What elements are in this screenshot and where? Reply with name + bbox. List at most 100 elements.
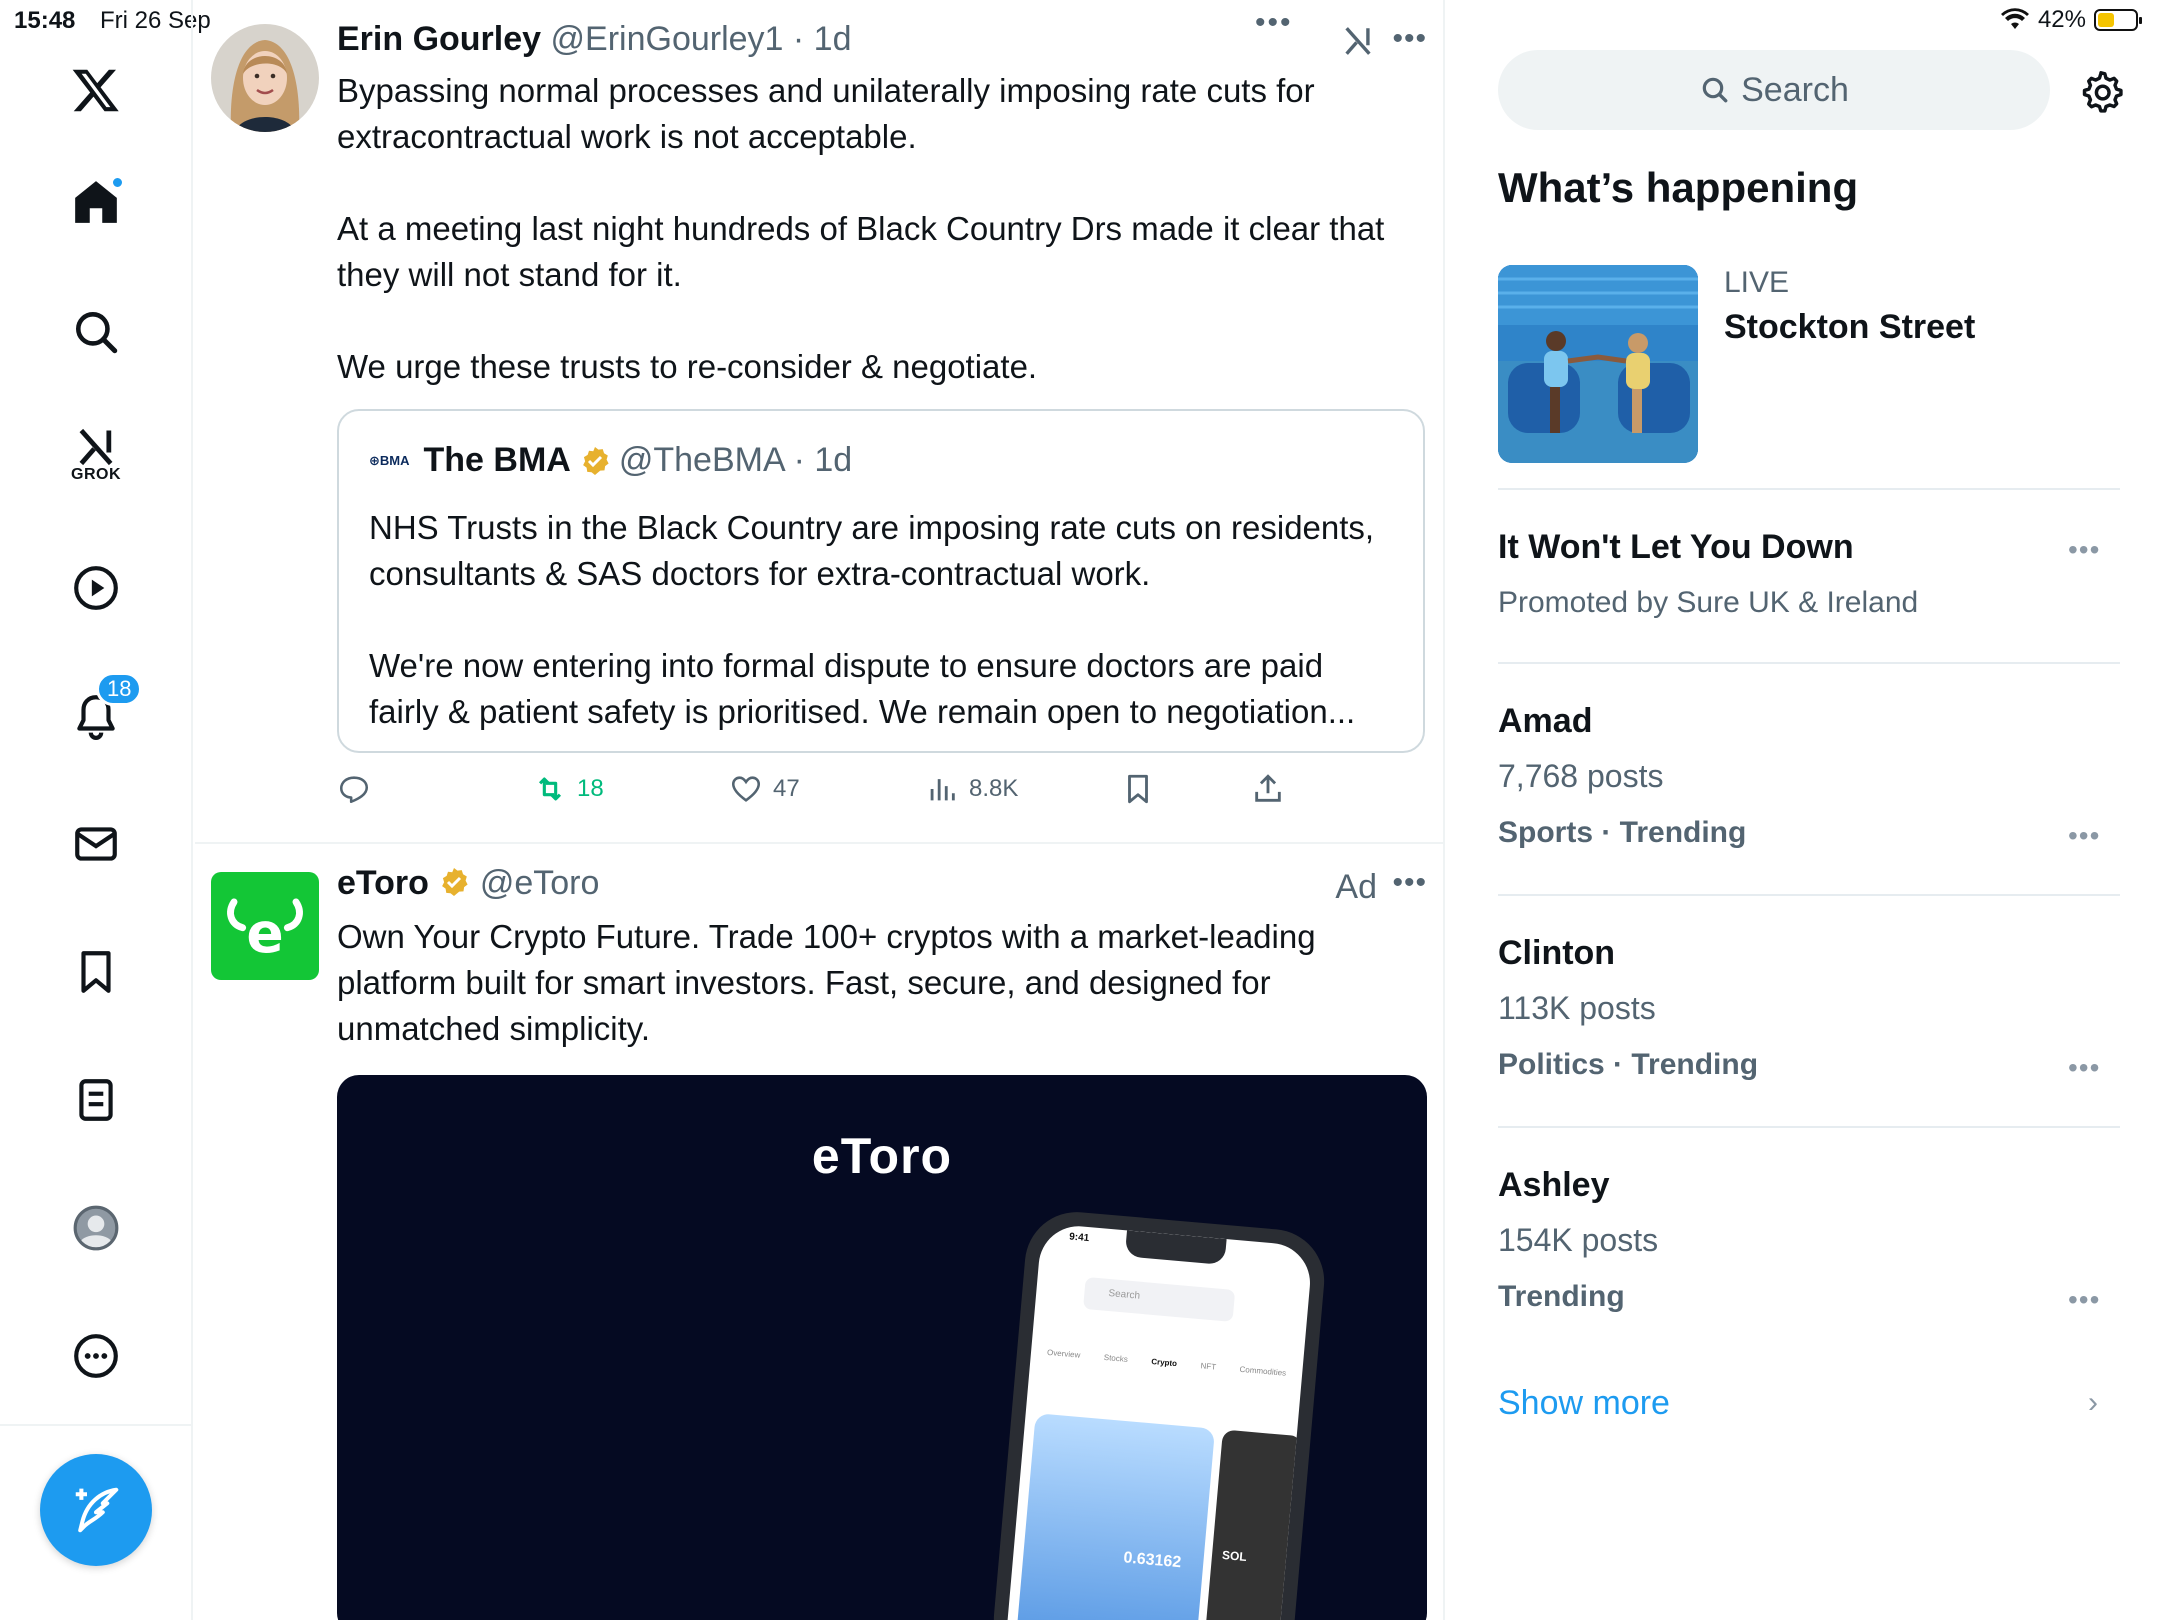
bookmark-button[interactable] bbox=[1121, 772, 1155, 806]
phone-coin: SOL bbox=[1221, 1547, 1248, 1565]
quoted-tweet[interactable]: ⊕BMA The BMA @TheBMA · 1d NHS Trusts in … bbox=[337, 409, 1425, 753]
tweet-text: Bypassing normal processes and unilatera… bbox=[337, 72, 1385, 385]
quoted-tweet-header: ⊕BMA The BMA @TheBMA · 1d bbox=[369, 441, 852, 480]
etoro-avatar[interactable]: e bbox=[211, 872, 319, 980]
phone-tabs: Overview Stocks Crypto NFT Commodities bbox=[1046, 1347, 1287, 1378]
bma-logo: ⊕BMA bbox=[369, 452, 410, 468]
explore-search-icon[interactable] bbox=[66, 302, 126, 362]
compose-post-button[interactable] bbox=[40, 1454, 152, 1566]
phone-time: 9:41 bbox=[1068, 1231, 1090, 1245]
show-more-link[interactable]: Show more bbox=[1498, 1384, 1670, 1423]
etoro-bull-logo-icon: e bbox=[227, 898, 303, 965]
trend-more-icon[interactable]: ••• bbox=[2068, 1052, 2100, 1084]
author-name[interactable]: eToro bbox=[337, 864, 429, 902]
bookmarks-icon[interactable] bbox=[66, 942, 126, 1002]
promoted-by-text: Promoted by Sure UK & Ireland bbox=[1498, 586, 1919, 619]
phone-sol-card: SOL bbox=[1200, 1429, 1303, 1620]
notifications-bell-icon[interactable]: 18 bbox=[66, 672, 143, 746]
quoted-author-handle: @TheBMA bbox=[618, 441, 786, 479]
author-handle[interactable]: @ErinGourley1 bbox=[551, 20, 784, 58]
sidebar-divider bbox=[1498, 894, 2120, 896]
phone-search-bar: Search bbox=[1083, 1276, 1236, 1322]
user-avatar[interactable] bbox=[211, 24, 319, 132]
profile-avatar-icon[interactable] bbox=[66, 1198, 126, 1258]
trend-title[interactable]: Clinton bbox=[1498, 934, 1615, 973]
like-count: 47 bbox=[773, 775, 800, 802]
more-options-icon[interactable] bbox=[66, 1326, 126, 1386]
right-sidebar: Search What’s happening LIVE Stockton St… bbox=[1448, 0, 2160, 1620]
chevron-right-icon[interactable]: › bbox=[2088, 1386, 2098, 1420]
views-chart-icon bbox=[930, 779, 955, 801]
grok-explain-icon[interactable] bbox=[1341, 24, 1375, 58]
search-icon bbox=[1702, 77, 1728, 103]
share-button[interactable] bbox=[1251, 772, 1285, 806]
reply-button[interactable] bbox=[337, 772, 371, 806]
tweet-text: Own Your Crypto Future. Trade 100+ crypt… bbox=[337, 918, 1325, 1047]
search-input[interactable]: Search bbox=[1498, 50, 2050, 130]
bookmark-icon bbox=[1128, 774, 1148, 804]
video-play-icon[interactable] bbox=[66, 558, 126, 618]
trend-post-count: 113K posts bbox=[1498, 990, 1656, 1026]
section-title: What’s happening bbox=[1498, 164, 1859, 211]
nav-divider bbox=[0, 1424, 193, 1426]
retweet-icon bbox=[538, 777, 562, 801]
promoted-trend-title[interactable]: It Won't Let You Down bbox=[1498, 528, 1854, 567]
sidebar-divider bbox=[1498, 488, 2120, 490]
settings-gear-icon[interactable] bbox=[2078, 68, 2124, 114]
grok-label: GROK bbox=[71, 466, 121, 483]
heart-icon bbox=[731, 776, 761, 802]
tweet-header: eToro @eToro bbox=[337, 864, 599, 903]
live-event-thumbnail[interactable] bbox=[1498, 265, 1698, 463]
tweet-more-icon[interactable]: ••• bbox=[1392, 22, 1427, 56]
author-name[interactable]: Erin Gourley bbox=[337, 20, 541, 58]
trend-more-icon[interactable]: ••• bbox=[2068, 820, 2100, 852]
search-placeholder: Search bbox=[1741, 70, 1849, 109]
phone-crypto-card: 0.63162 bbox=[1013, 1413, 1216, 1620]
trend-category: Trending bbox=[1498, 1280, 1625, 1313]
ad-media-image[interactable]: eToro 9:41 Search Overview Stocks Crypto… bbox=[337, 1075, 1427, 1620]
trend-more-icon[interactable]: ••• bbox=[2068, 534, 2100, 566]
views-button[interactable]: 8.8K bbox=[925, 772, 1018, 806]
trend-title[interactable]: Ashley bbox=[1498, 1166, 1610, 1205]
quoted-tweet-time: · 1d bbox=[793, 441, 853, 479]
notifications-badge: 18 bbox=[96, 672, 143, 706]
trend-category: Politics · Trending bbox=[1498, 1048, 1759, 1081]
retweet-count: 18 bbox=[577, 775, 604, 802]
home-icon[interactable] bbox=[66, 172, 126, 232]
trend-post-count: 154K posts bbox=[1498, 1222, 1659, 1258]
x-logo-icon[interactable] bbox=[66, 60, 126, 120]
tweet-actions: 18 47 8.8K bbox=[337, 772, 1427, 816]
tweet-header: Erin Gourley @ErinGourley1 · 1d bbox=[337, 20, 852, 59]
left-nav: GROK 18 bbox=[0, 0, 193, 1620]
phone-mockup: 9:41 Search Overview Stocks Crypto NFT C… bbox=[989, 1207, 1329, 1620]
ad-label: Ad bbox=[1335, 868, 1377, 906]
tweet-divider bbox=[195, 842, 1443, 844]
retweet-button[interactable]: 18 bbox=[533, 772, 604, 806]
trend-category: Sports · Trending bbox=[1498, 816, 1747, 849]
trend-title[interactable]: Amad bbox=[1498, 702, 1592, 741]
author-handle[interactable]: @eToro bbox=[480, 864, 600, 902]
quoted-tweet-text: NHS Trusts in the Black Country are impo… bbox=[369, 509, 1375, 730]
trend-more-icon[interactable]: ••• bbox=[2068, 1284, 2100, 1316]
views-count: 8.8K bbox=[969, 775, 1019, 802]
etoro-wordmark: eToro bbox=[811, 1128, 953, 1184]
phone-value: 0.63162 bbox=[1122, 1549, 1182, 1572]
timeline-feed: ••• Erin Gourley @ErinGourley1 · 1d ••• … bbox=[195, 0, 1445, 1620]
verified-gold-icon bbox=[582, 446, 609, 475]
feed-top-more-icon[interactable]: ••• bbox=[1255, 6, 1293, 40]
sidebar-divider bbox=[1498, 662, 2120, 664]
live-title[interactable]: Stockton Street bbox=[1724, 308, 1975, 347]
verified-gold-icon bbox=[442, 868, 468, 896]
quoted-author-name: The BMA bbox=[423, 441, 571, 479]
sidebar-divider bbox=[1498, 1126, 2120, 1128]
live-label: LIVE bbox=[1724, 266, 1790, 299]
home-unread-dot bbox=[111, 176, 124, 189]
lists-icon[interactable] bbox=[66, 1070, 126, 1130]
grok-icon[interactable]: GROK bbox=[66, 424, 126, 484]
like-button[interactable]: 47 bbox=[729, 772, 800, 806]
trend-post-count: 7,768 posts bbox=[1498, 758, 1664, 794]
tweet-more-icon[interactable]: ••• bbox=[1392, 866, 1427, 900]
messages-envelope-icon[interactable] bbox=[66, 814, 126, 874]
svg-text:e: e bbox=[246, 901, 283, 965]
tweet-time[interactable]: · 1d bbox=[793, 20, 852, 58]
